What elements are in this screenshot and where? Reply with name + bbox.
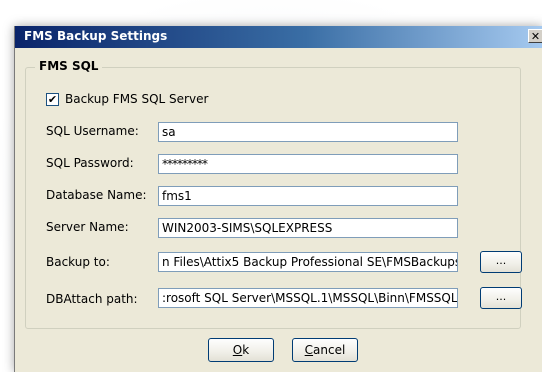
sql-username-label: SQL Username: [46, 124, 139, 138]
backup-to-field[interactable]: n Files\Attix5 Backup Professional SE\FM… [158, 252, 458, 272]
close-icon: ✕ [530, 30, 541, 43]
backup-fms-sql-checkbox[interactable]: ✔ [46, 93, 59, 106]
dbattach-path-browse-button[interactable]: ... [480, 287, 522, 309]
dbattach-path-label: DBAttach path: [46, 292, 138, 306]
database-name-field[interactable]: fms1 [158, 186, 458, 206]
database-name-label: Database Name: [46, 188, 147, 202]
groupbox-title: FMS SQL [35, 59, 103, 73]
ok-mnemonic: O [232, 343, 243, 357]
dbattach-path-field[interactable]: :rosoft SQL Server\MSSQL.1\MSSQL\Binn\FM… [158, 288, 458, 308]
fms-backup-settings-dialog: FMS Backup Settings ✕ FMS SQL ✔ Backup F… [14, 26, 542, 372]
title-bar[interactable]: FMS Backup Settings ✕ [15, 26, 542, 48]
cancel-button[interactable]: Cancel [292, 338, 358, 362]
sql-password-field[interactable]: ********* [158, 154, 458, 174]
backup-fms-sql-label[interactable]: Backup FMS SQL Server [65, 92, 208, 106]
backup-to-browse-button[interactable]: ... [480, 251, 522, 273]
sql-password-label: SQL Password: [46, 156, 134, 170]
ok-label-rest: k [242, 343, 250, 357]
backup-to-label: Backup to: [46, 255, 110, 269]
close-button[interactable]: ✕ [528, 29, 542, 43]
sql-username-field[interactable]: sa [158, 122, 458, 142]
server-name-label: Server Name: [46, 220, 129, 234]
cancel-mnemonic: C [304, 343, 314, 357]
window-title: FMS Backup Settings [24, 29, 168, 43]
ok-button[interactable]: Ok [208, 338, 274, 362]
server-name-field[interactable]: WIN2003-SIMS\SQLEXPRESS [158, 218, 458, 238]
checkmark-icon: ✔ [47, 93, 58, 106]
cancel-label-rest: ancel [313, 343, 346, 357]
